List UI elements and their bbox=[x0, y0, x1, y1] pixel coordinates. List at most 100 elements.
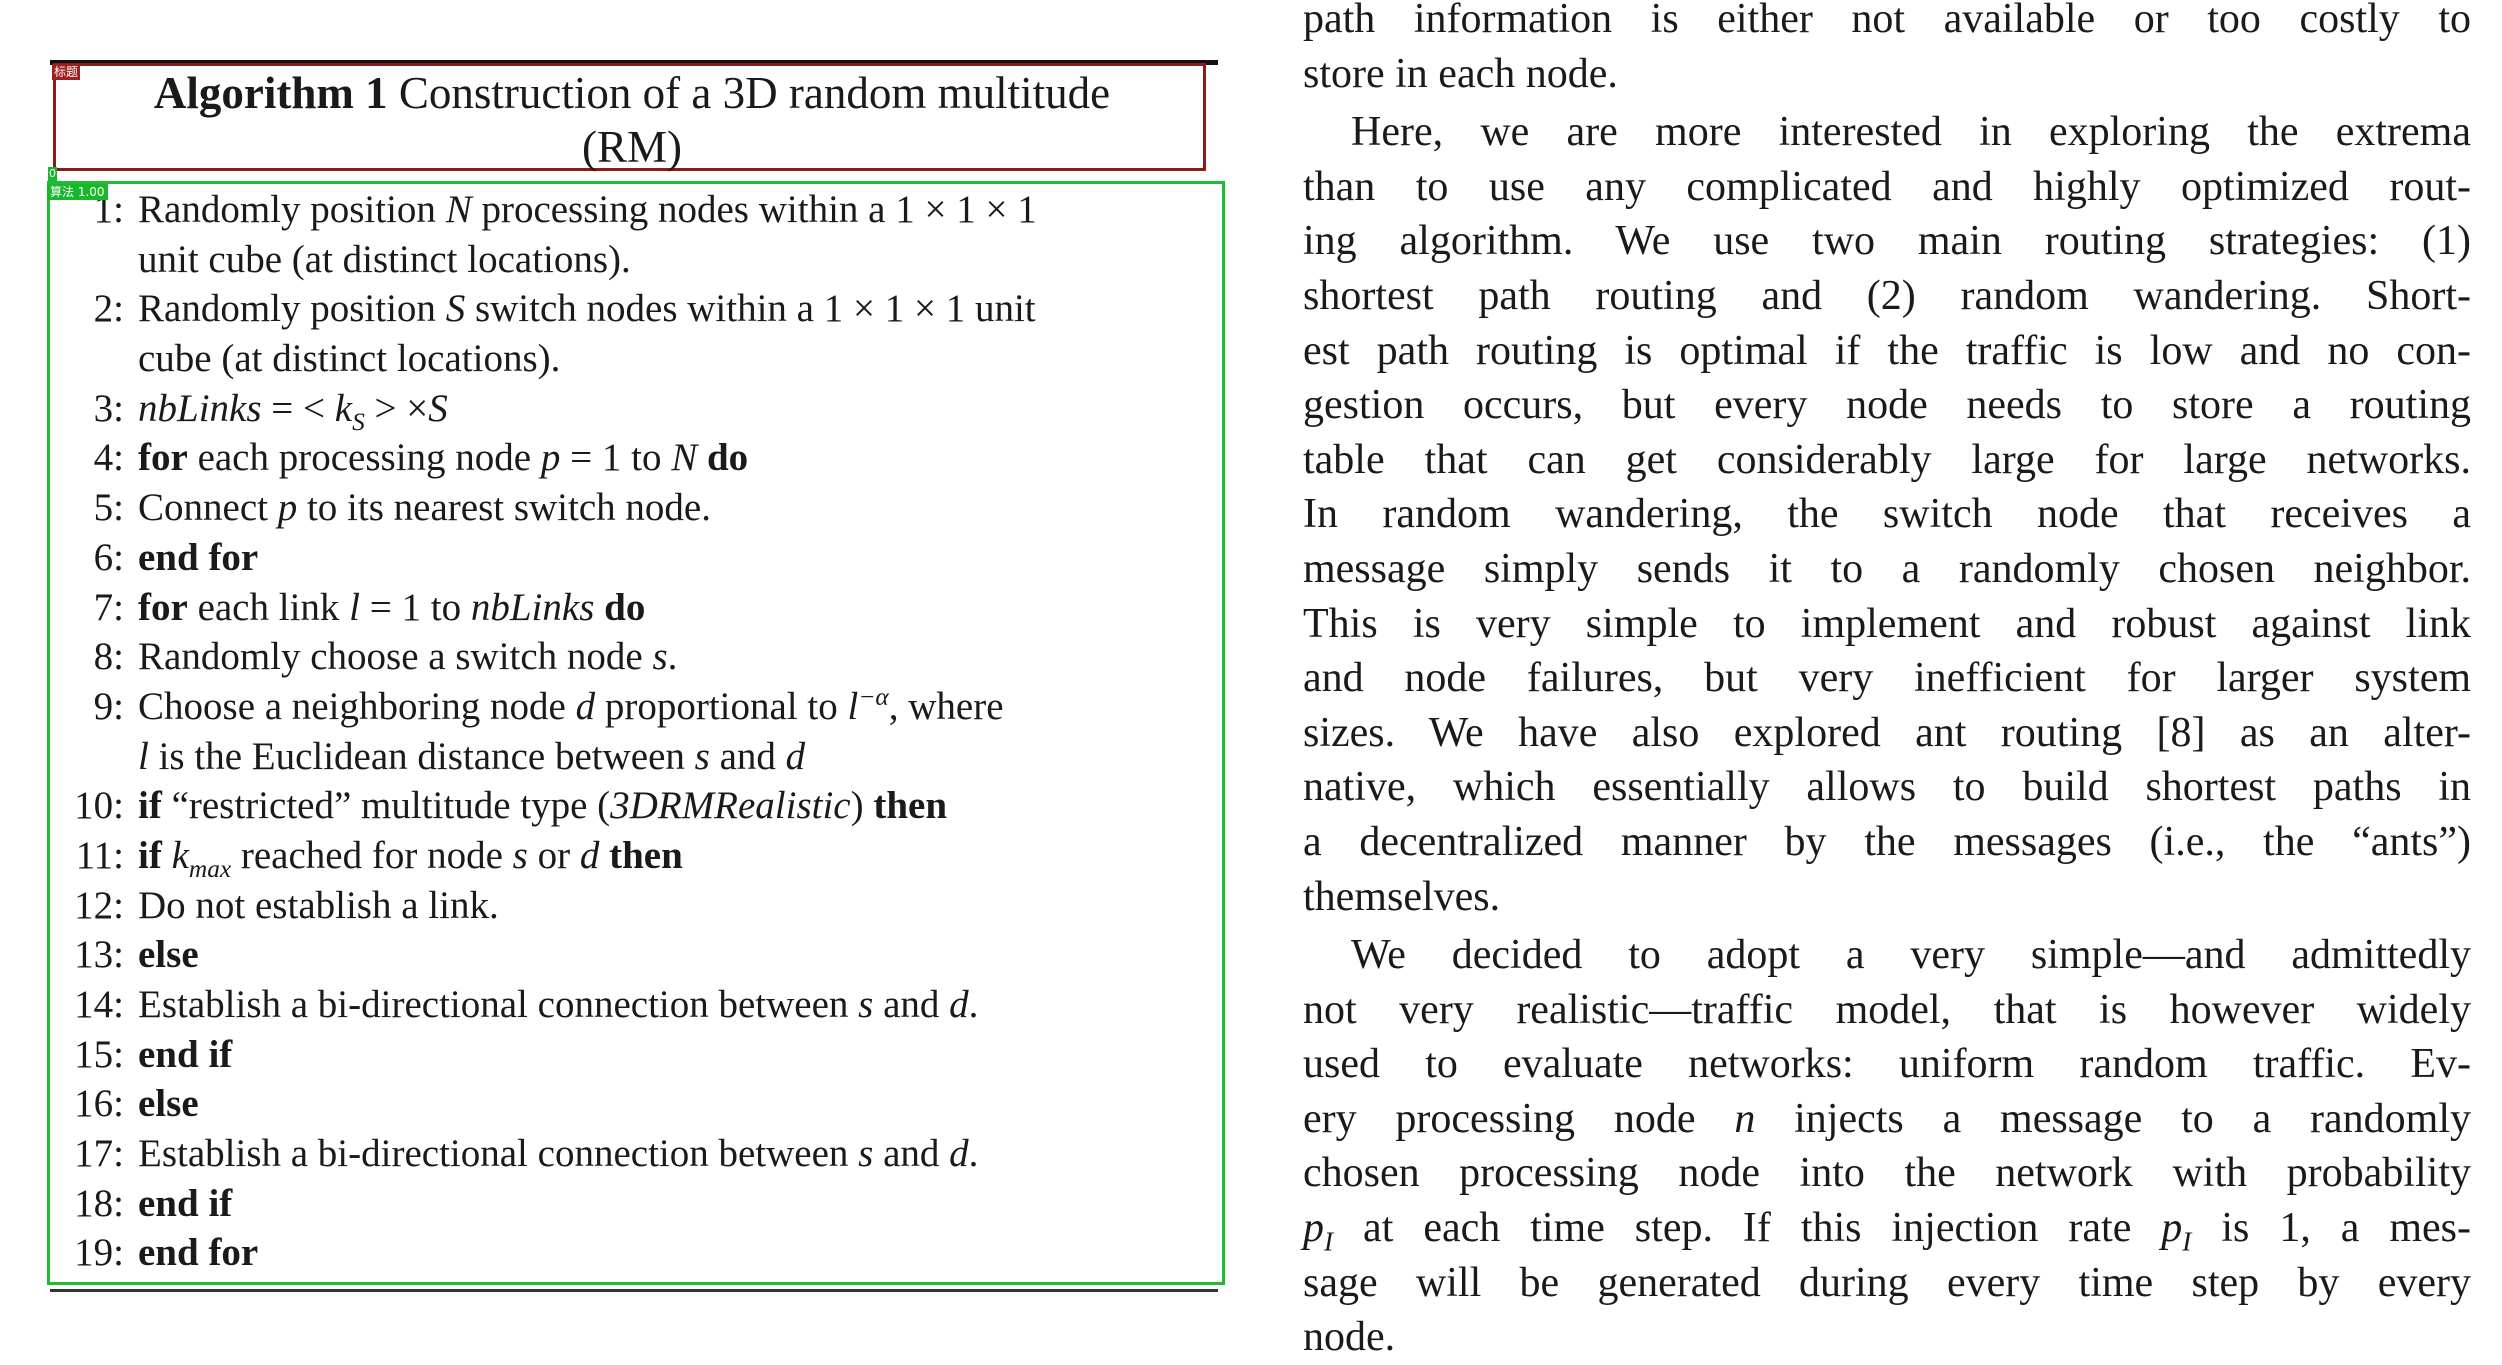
math-symbol: S bbox=[445, 287, 466, 331]
text-run: reached for node bbox=[231, 833, 513, 877]
algorithm-line: 0:l is the Euclidean distance between s … bbox=[50, 732, 1220, 782]
text-line: than to use any complicated and highly o… bbox=[1303, 163, 2471, 210]
paragraph: We decided to adopt a very simple—and ad… bbox=[1303, 928, 2471, 1365]
algorithm-caption-line-1: Algorithm 1 Construction of a 3D random … bbox=[62, 66, 1202, 120]
text-line: est path routing is optimal if the traff… bbox=[1303, 327, 2471, 374]
text-line: ing algorithm. We use two main routing s… bbox=[1303, 218, 2471, 265]
keyword: then bbox=[609, 833, 683, 877]
algorithm-title-text: Construction of a 3D random multitude bbox=[398, 68, 1111, 118]
text-run: and bbox=[873, 1132, 950, 1176]
text-run: processing nodes within a 1 × 1 × 1 bbox=[471, 188, 1037, 231]
algorithm-line: 9: Choose a neighboring node d proportion… bbox=[50, 682, 1220, 732]
line-text: nbLinks = < kS > ×S bbox=[124, 384, 1220, 434]
keyword: else bbox=[138, 933, 199, 977]
math-symbol: s bbox=[694, 734, 710, 778]
text-line: used to evaluate networks: uniform rando… bbox=[1303, 1041, 2471, 1088]
line-text: end if bbox=[124, 1030, 1220, 1080]
text-run bbox=[594, 586, 604, 629]
text-line: gestion occurs, but every node needs to … bbox=[1303, 382, 2471, 429]
text-run: proportional to bbox=[595, 684, 848, 728]
text-run: and bbox=[873, 983, 950, 1026]
text-run bbox=[697, 436, 707, 479]
line-text: Do not establish a link. bbox=[124, 881, 1220, 931]
text-run: Randomly choose a switch node bbox=[138, 635, 653, 679]
line-number: 16: bbox=[74, 1082, 124, 1126]
line-text: else bbox=[124, 930, 1220, 980]
text-run: cube (at distinct locations). bbox=[138, 337, 561, 381]
text-line: table that can get considerably large fo… bbox=[1303, 436, 2471, 483]
algorithm-line: 11: if kmax reached for node s or d then bbox=[50, 831, 1220, 881]
algorithm-region-index: 0 bbox=[48, 167, 57, 181]
math-symbol: l bbox=[138, 734, 149, 778]
line-text: Establish a bi-directional connection be… bbox=[124, 980, 1220, 1030]
text-line: Here, we are more interested in explorin… bbox=[1351, 109, 2471, 156]
math-superscript: −α bbox=[858, 682, 889, 711]
line-text: l is the Euclidean distance between s an… bbox=[124, 732, 1220, 782]
line-text: Randomly position N processing nodes wit… bbox=[124, 185, 1220, 235]
line-number: 7: bbox=[93, 585, 124, 629]
text-run: Randomly position bbox=[138, 188, 446, 231]
math-symbol: s bbox=[858, 1132, 874, 1176]
algorithm-line: 13: else bbox=[50, 930, 1220, 980]
line-number: 14: bbox=[74, 983, 124, 1026]
text-run: ) bbox=[850, 784, 874, 828]
line-number: 18: bbox=[74, 1181, 124, 1225]
text-run: = 1 to bbox=[360, 585, 471, 629]
keyword: for bbox=[138, 436, 188, 480]
line-text: if “restricted” multitude type (3DRMReal… bbox=[124, 781, 1220, 831]
text-run: > × bbox=[364, 386, 429, 430]
line-number: 15: bbox=[74, 1032, 124, 1076]
math-symbol: d bbox=[949, 1132, 969, 1176]
line-text: cube (at distinct locations). bbox=[124, 334, 1220, 384]
algorithm-line: 8: Randomly choose a switch node s. bbox=[50, 632, 1220, 682]
text-run: Establish a bi-directional connection be… bbox=[138, 983, 859, 1026]
math-symbol: nbLinks bbox=[138, 386, 262, 430]
text-line: sizes. We have also explored ant routing… bbox=[1303, 709, 2471, 756]
text-line: This is very simple to implement and rob… bbox=[1303, 600, 2471, 647]
algorithm-line: 15: end if bbox=[50, 1030, 1220, 1080]
math-symbol: k bbox=[334, 386, 353, 430]
math-symbol: d bbox=[579, 833, 600, 877]
math-symbol: pI bbox=[1303, 1205, 1334, 1257]
math-symbol: d bbox=[785, 734, 806, 778]
algorithm-line: 17: Establish a bi-directional connection… bbox=[50, 1129, 1220, 1179]
line-text: end for bbox=[124, 1228, 1220, 1278]
math-symbol: nbLinks bbox=[470, 585, 595, 629]
line-number: 10: bbox=[74, 784, 124, 828]
text-line: and node failures, but very inefficient … bbox=[1303, 655, 2471, 702]
line-text: end if bbox=[124, 1179, 1220, 1229]
line-text: unit cube (at distinct locations). bbox=[124, 235, 1220, 285]
keyword: then bbox=[873, 784, 948, 828]
line-text: Connect p to its nearest switch node. bbox=[124, 483, 1220, 533]
line-text: if kmax reached for node s or d then bbox=[124, 831, 1220, 881]
text-run: unit cube (at distinct locations). bbox=[138, 237, 631, 281]
math-symbol: l bbox=[847, 684, 859, 728]
line-text: for each processing node p = 1 to N do bbox=[124, 433, 1220, 483]
keyword: if bbox=[138, 784, 162, 828]
line-number: 8: bbox=[93, 635, 124, 679]
text-run: Connect bbox=[138, 486, 278, 530]
text-run: each link bbox=[187, 585, 350, 629]
math-subscript: I bbox=[2182, 1226, 2192, 1257]
math-symbol: s bbox=[652, 635, 668, 679]
text-run: Randomly position bbox=[138, 287, 446, 331]
line-number: 3: bbox=[93, 386, 124, 430]
text-line: ery processing node n injects a message … bbox=[1303, 1095, 2471, 1142]
math-symbol: pI bbox=[2161, 1205, 2192, 1257]
keyword: for bbox=[138, 585, 188, 629]
keyword: do bbox=[706, 436, 749, 480]
text-run: to its nearest switch node. bbox=[297, 486, 711, 530]
line-number: 13: bbox=[74, 933, 124, 977]
math-symbol: d bbox=[575, 684, 596, 728]
algorithm-line: 5: Connect p to its nearest switch node. bbox=[50, 483, 1220, 533]
math-symbol: s bbox=[512, 833, 528, 877]
algorithm-caption: Algorithm 1 Construction of a 3D random … bbox=[62, 66, 1202, 174]
keyword: end for bbox=[138, 535, 259, 579]
keyword: do bbox=[604, 585, 646, 629]
text-run: . bbox=[667, 635, 678, 679]
text-run: or bbox=[527, 833, 580, 877]
algorithm-line: 10: if “restricted” multitude type (3DRMR… bbox=[50, 781, 1220, 831]
line-number: 9: bbox=[93, 684, 124, 728]
line-number: 4: bbox=[93, 436, 124, 480]
text-line: not very realistic—traffic model, that i… bbox=[1303, 986, 2471, 1033]
